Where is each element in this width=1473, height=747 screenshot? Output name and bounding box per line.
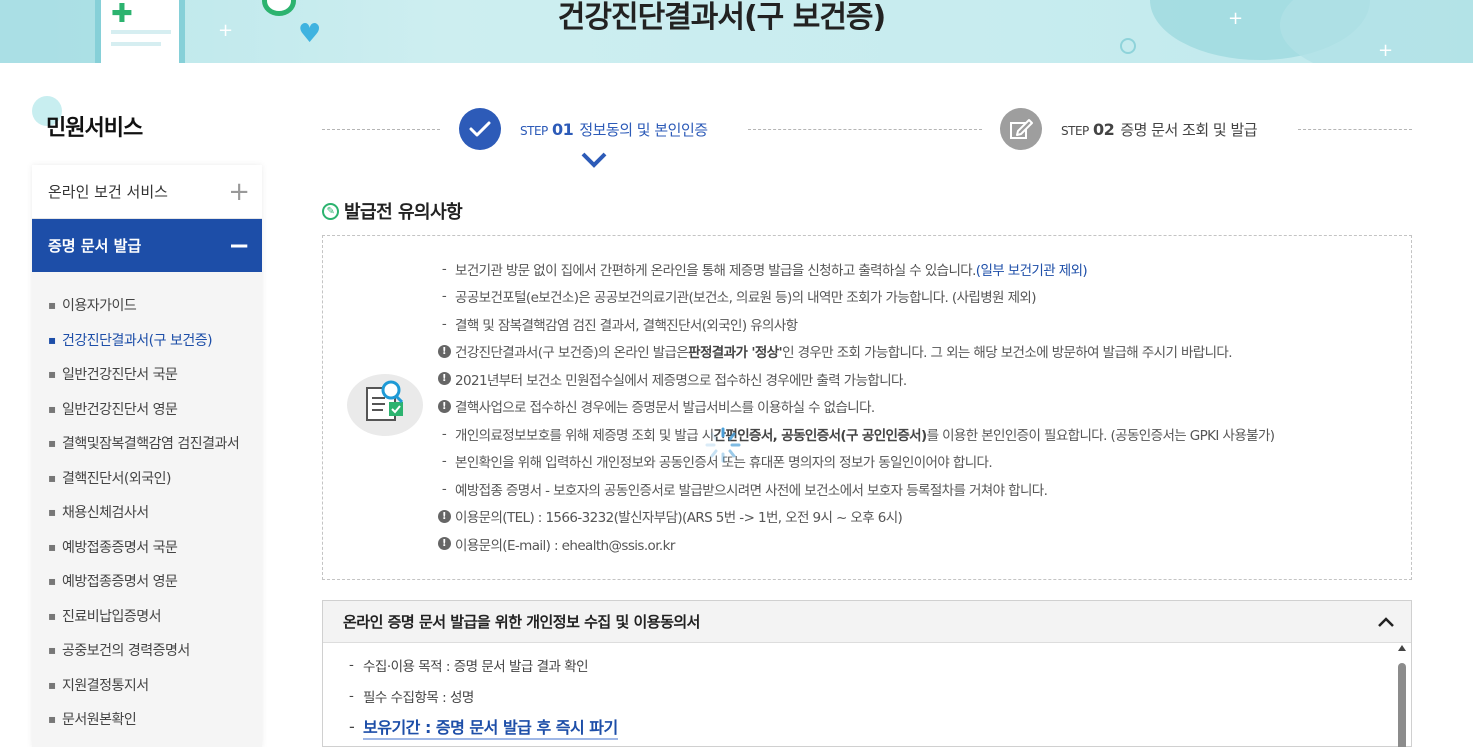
submenu-item[interactable]: ▪ 예방접종증명서 영문	[32, 564, 262, 599]
notice-item: - 본인확인을 위해 입력하신 개인정보와 공동인증서 또는 휴대폰 명의자의 정…	[441, 453, 993, 472]
consent-row: - 수집·이용 목적 : 증명 문서 발급 결과 확인	[349, 656, 589, 675]
sidebar-item-certificate[interactable]: 증명 문서 발급 −	[32, 219, 262, 272]
doc-line	[111, 42, 161, 46]
notice-item: - 결핵 및 잠복결핵감염 검진 결과서, 결핵진단서(외국인) 유의사항	[441, 315, 798, 334]
submenu-item[interactable]: ▪ 일반건강진단서 영문	[32, 392, 262, 427]
notice-item: ! 이용문의(TEL) : 1566-3232(발신자부담)(ARS 5번 -> …	[435, 503, 1274, 531]
submenu-item[interactable]: ▪ 채용신체검사서	[32, 495, 262, 530]
page-title: 건강진단결과서(구 보건증)	[557, 0, 886, 35]
edit-icon	[1010, 119, 1033, 139]
loading-spinner-icon	[705, 427, 741, 463]
submenu-item[interactable]: ▪ 공중보건의 경력증명서	[32, 633, 262, 668]
step1-indicator	[459, 108, 501, 150]
submenu-item[interactable]: ▪ 진료비납입증명서	[32, 599, 262, 634]
step-divider	[322, 129, 440, 130]
sidebar-item-online-health[interactable]: 온라인 보건 서비스 +	[32, 165, 262, 219]
consent-header[interactable]: 온라인 증명 문서 발급을 위한 개인정보 수집 및 이용동의서	[323, 601, 1411, 643]
consent-row-retention: - 보유기간 : 증명 문서 발급 후 즉시 파기	[349, 711, 1411, 742]
sidebar-item-label: 온라인 보건 서비스	[48, 183, 168, 201]
submenu-item[interactable]: ▪ 문서원본확인	[32, 702, 262, 737]
notice-item: - 보건기관 방문 없이 집에서 간편하게 온라인을 통해 제증명 발급을 신청하…	[441, 260, 1088, 279]
notice-item: - 공공보건포털(e보건소)은 공공보건의료기관(보건소, 의료원 등)의 내역만…	[441, 288, 1037, 307]
pencil-icon: ✎	[322, 202, 339, 220]
plus-icon: +	[228, 176, 250, 207]
notice-section-title: ✎ 발급전 유의사항	[322, 198, 463, 224]
sidebar-menu: 온라인 보건 서비스 + 증명 문서 발급 − ▪ 이용자가이드 ▪ 건강진단결과서…	[32, 165, 262, 747]
minus-icon: −	[228, 230, 250, 261]
submenu-item-active[interactable]: ▪ 건강진단결과서(구 보건증)	[32, 323, 262, 358]
page-banner: ✚ ♥ + + + 건강진단결과서(구 보건증)	[0, 0, 1473, 63]
submenu-item[interactable]: ▪ 결핵진단서(외국인)	[32, 461, 262, 496]
step-divider	[1298, 129, 1412, 130]
notice-item: ! 이용문의(E-mail) : ehealth@ssis.or.kr	[435, 530, 1274, 558]
exclamation-icon: !	[437, 372, 451, 386]
step2-label: STEP 02 증명 문서 조회 및 발급	[1061, 120, 1258, 139]
consent-scrollbar[interactable]	[1395, 643, 1409, 747]
submenu-item[interactable]: ▪ 결핵및잠복결핵감염 검진결과서	[32, 426, 262, 461]
sparkle-icon: +	[1378, 40, 1394, 61]
scroll-up-arrow[interactable]	[1398, 645, 1406, 651]
exclamation-icon: !	[437, 509, 451, 523]
document-search-icon	[347, 374, 423, 436]
sidebar-submenu: ▪ 이용자가이드 ▪ 건강진단결과서(구 보건증) ▪ 일반건강진단서 국문 ▪ 일반건…	[32, 272, 262, 737]
notice-list: - 보건기관 방문 없이 집에서 간편하게 온라인을 통해 제증명 발급을 신청하…	[435, 255, 1275, 558]
consent-panel: 온라인 증명 문서 발급을 위한 개인정보 수집 및 이용동의서 - 수집·이용 …	[322, 600, 1412, 747]
sidebar-title: 민원서비스	[46, 116, 143, 141]
notice-item: ! 결핵사업으로 접수하신 경우에는 증명문서 발급서비스를 이용하실 수 없습니…	[435, 393, 1274, 421]
check-icon	[469, 121, 491, 137]
consent-row: - 필수 수집항목 : 성명	[349, 687, 474, 706]
step2-indicator	[1000, 108, 1042, 150]
notice-box: - 보건기관 방문 없이 집에서 간편하게 온라인을 통해 제증명 발급을 신청하…	[322, 235, 1412, 580]
submenu-item[interactable]: ▪ 이용자가이드	[32, 288, 262, 323]
notice-item: - 개인의료정보보호를 위해 제증명 조회 및 발급 시 간편인증서, 공동인증서…	[441, 425, 1275, 444]
sidebar-item-label: 증명 문서 발급	[48, 237, 142, 255]
consent-body: - 수집·이용 목적 : 증명 문서 발급 결과 확인 - 필수 수집항목 : 성명…	[323, 643, 1411, 747]
submenu-item[interactable]: ▪ 예방접종증명서 국문	[32, 530, 262, 565]
exclamation-icon: !	[437, 537, 451, 551]
exclamation-icon: !	[437, 399, 451, 413]
chevron-up-icon[interactable]	[1377, 616, 1395, 628]
submenu-item[interactable]: ▪ 일반건강진단서 국문	[32, 357, 262, 392]
notice-item: ! 2021년부터 보건소 민원접수실에서 제증명으로 접수하신 경우에만 출력 …	[435, 365, 1274, 393]
step-divider	[748, 129, 982, 130]
notice-item: ! 건강진단결과서(구 보건증)의 온라인 발급은 판정결과가 '정상' 인 경우만…	[435, 338, 1274, 366]
consent-title: 온라인 증명 문서 발급을 위한 개인정보 수집 및 이용동의서	[343, 613, 700, 631]
notice-item: - 예방접종 증명서 - 보호자의 공동인증서로 발급받으시려면 사전에 보건소에…	[441, 480, 1048, 499]
submenu-item[interactable]: ▪ 지원결정통지서	[32, 668, 262, 703]
chevron-down-icon	[581, 152, 607, 168]
step1-label: STEP 01 정보동의 및 본인인증	[520, 120, 708, 139]
exclamation-icon: !	[437, 344, 451, 358]
scroll-thumb[interactable]	[1398, 663, 1406, 747]
